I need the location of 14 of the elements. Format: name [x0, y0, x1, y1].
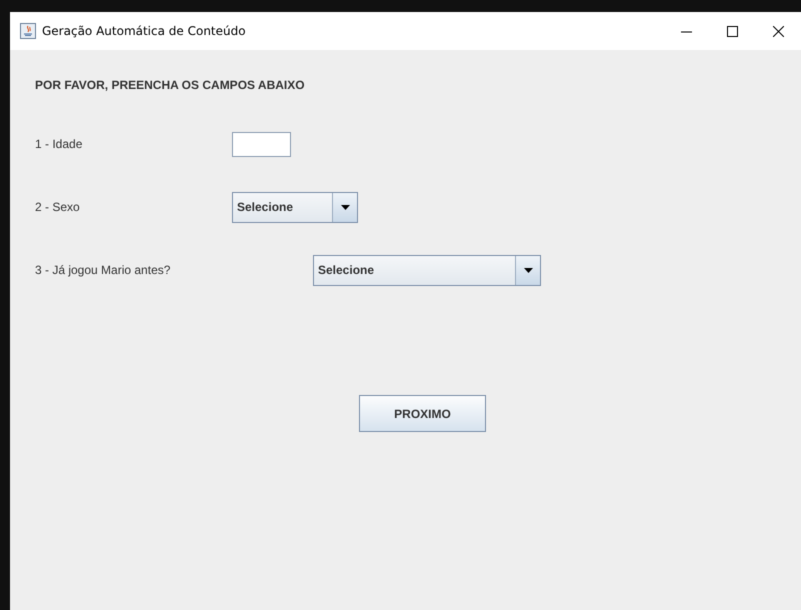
age-input[interactable]: [232, 132, 291, 156]
form-heading: POR FAVOR, PREENCHA OS CAMPOS ABAIXO: [35, 78, 306, 92]
dropdown[interactable]: Selecione: [232, 192, 358, 222]
app-icon: [20, 23, 36, 39]
caret-icon: [340, 204, 350, 210]
next-button[interactable]: PROXIMO: [359, 395, 486, 432]
maximize-icon: [726, 26, 738, 36]
field-label: 1 - Idade: [35, 137, 84, 151]
field-label: 3 - Já jogou Mario antes?: [35, 263, 172, 277]
close-icon: [772, 26, 784, 36]
window-title: Geração Automática de Conteúdo: [42, 24, 247, 38]
dropdown[interactable]: Selecione: [313, 254, 541, 286]
field-label: 2 - Sexo: [35, 200, 81, 214]
caret-icon: [524, 268, 532, 272]
